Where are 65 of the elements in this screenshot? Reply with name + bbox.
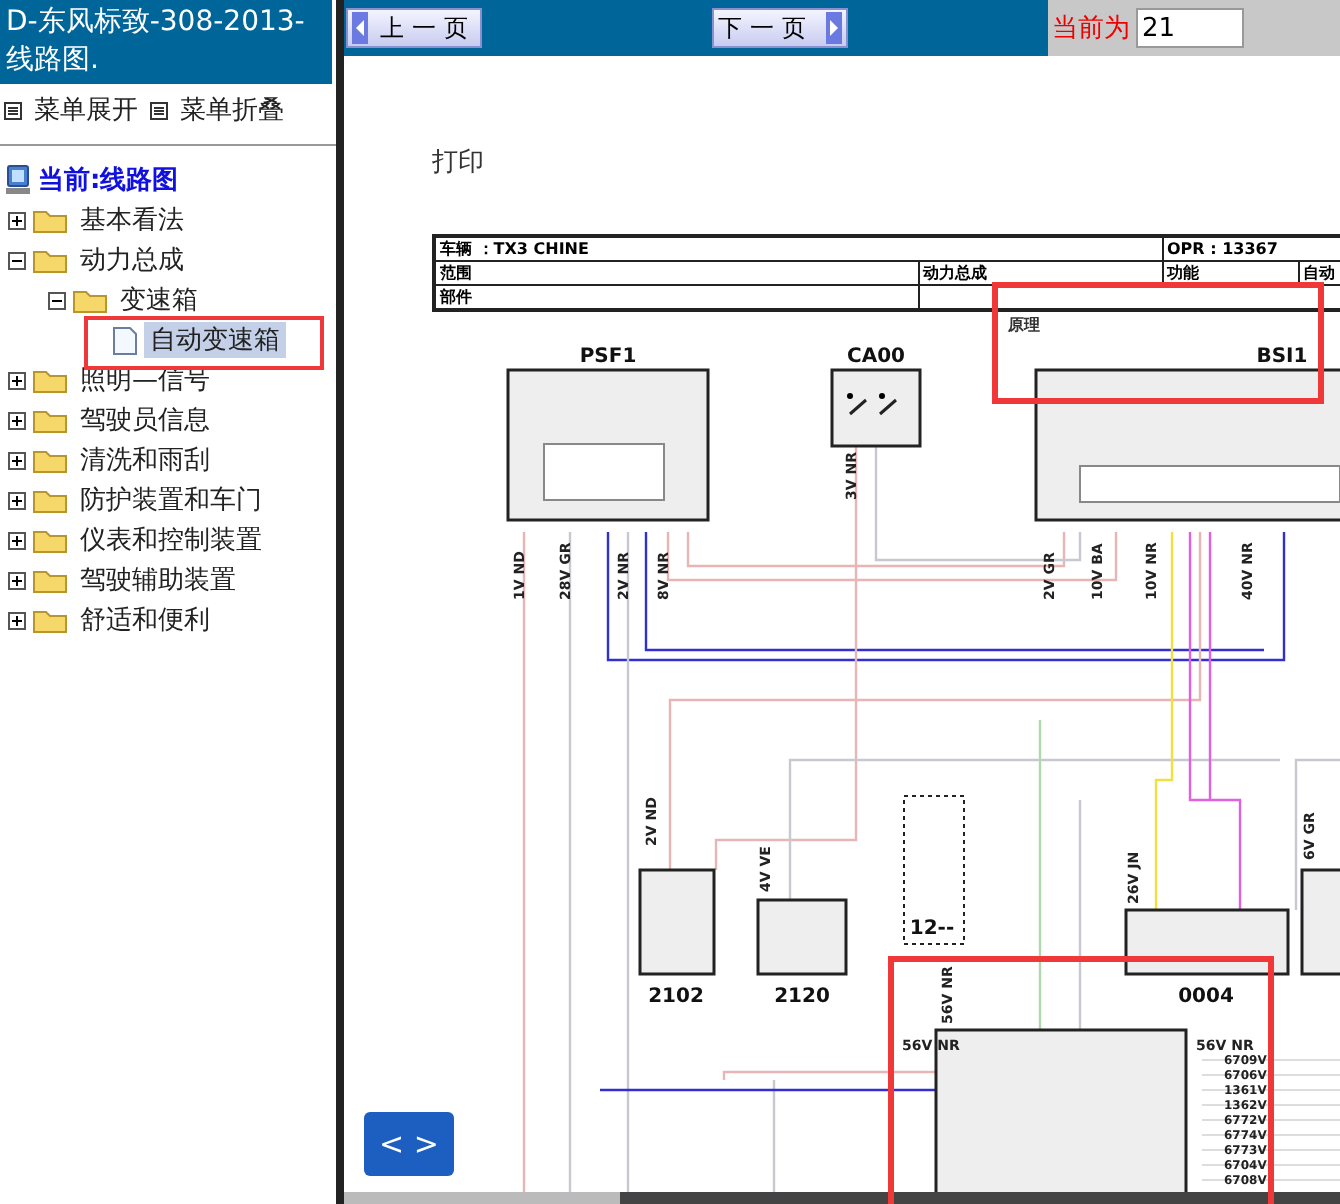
component-label: 0004 xyxy=(1178,986,1234,1008)
relay-block xyxy=(543,443,665,501)
component-label: BSI1 xyxy=(1256,346,1308,368)
tree-item[interactable]: 防护装置和车门 xyxy=(74,482,268,518)
folder-icon xyxy=(32,526,68,554)
header-cell: OPR : 13367 xyxy=(1162,236,1340,261)
header-cell: 车辆 ：TX3 CHINE xyxy=(434,236,1162,261)
switch-drawing xyxy=(847,393,898,416)
current-view-label: 当前:线路图 xyxy=(38,164,179,198)
component-label: 12-- xyxy=(909,918,955,940)
expander-icon[interactable] xyxy=(8,611,26,629)
header-cell: 动力总成 xyxy=(918,261,1162,285)
component-label: CA00 xyxy=(847,346,905,368)
tree-item[interactable]: 自动变速箱 xyxy=(144,322,286,358)
tree-item[interactable]: 驾驶员信息 xyxy=(74,402,216,438)
header-cell: 功能 xyxy=(1162,261,1298,285)
next-page-button[interactable]: 下一页 xyxy=(712,8,848,48)
tree-item[interactable]: 驾驶辅助装置 xyxy=(74,562,242,598)
folder-icon xyxy=(32,206,68,234)
tree-item[interactable]: 仪表和控制装置 xyxy=(74,522,268,558)
component-box xyxy=(638,868,716,976)
previous-page-button[interactable]: 上一页 xyxy=(346,8,482,48)
tree-item[interactable]: 变速箱 xyxy=(114,282,204,318)
folder-icon xyxy=(32,566,68,594)
component-box xyxy=(756,898,848,976)
expander-icon[interactable] xyxy=(8,371,26,389)
header-cell: 范围 xyxy=(434,261,918,285)
tree-item[interactable]: 动力总成 xyxy=(74,242,190,278)
component-label: PSF1 xyxy=(579,346,637,368)
header-cell: 部件 xyxy=(434,285,918,310)
expander-icon[interactable] xyxy=(8,251,26,269)
folder-icon xyxy=(32,246,68,274)
menu-button[interactable]: 菜单展开 xyxy=(4,92,138,128)
folder-icon xyxy=(32,406,68,434)
component-box xyxy=(830,368,922,448)
tree-item[interactable]: 基本看法 xyxy=(74,202,190,238)
expander-icon[interactable] xyxy=(8,411,26,429)
folder-icon xyxy=(72,286,108,314)
expander-icon[interactable] xyxy=(48,291,66,309)
expander-icon[interactable] xyxy=(8,451,26,469)
expander-icon[interactable] xyxy=(8,211,26,229)
folder-icon xyxy=(32,366,68,394)
navigation-button[interactable]: < > xyxy=(364,1112,454,1176)
component-label: 2120 xyxy=(774,986,830,1008)
expander-icon[interactable] xyxy=(8,491,26,509)
module-box xyxy=(1300,868,1340,976)
tree-item[interactable]: 舒适和便利 xyxy=(74,602,216,638)
scrollbar-thumb[interactable] xyxy=(344,1192,620,1204)
menu-button[interactable]: 菜单折叠 xyxy=(150,92,284,128)
component-label: 2102 xyxy=(648,986,704,1008)
current-page-label: 当前为 xyxy=(1052,12,1130,46)
folder-icon xyxy=(32,446,68,474)
document-icon xyxy=(112,325,138,355)
panel-title: D-东风标致-308-2013- 线路图. xyxy=(0,0,332,84)
computer-icon xyxy=(4,164,32,196)
folder-icon xyxy=(32,606,68,634)
expander-icon[interactable] xyxy=(8,531,26,549)
expander-icon[interactable] xyxy=(8,571,26,589)
header-cell: 自动 xyxy=(1298,261,1340,285)
list-icon xyxy=(150,101,168,119)
section-label: 原理 xyxy=(1008,316,1040,334)
print-label[interactable]: 打印 xyxy=(432,144,1340,180)
folder-icon xyxy=(32,486,68,514)
page-number-field[interactable]: 21 xyxy=(1136,8,1244,48)
tree-item[interactable]: 清洗和雨刮 xyxy=(74,442,216,478)
